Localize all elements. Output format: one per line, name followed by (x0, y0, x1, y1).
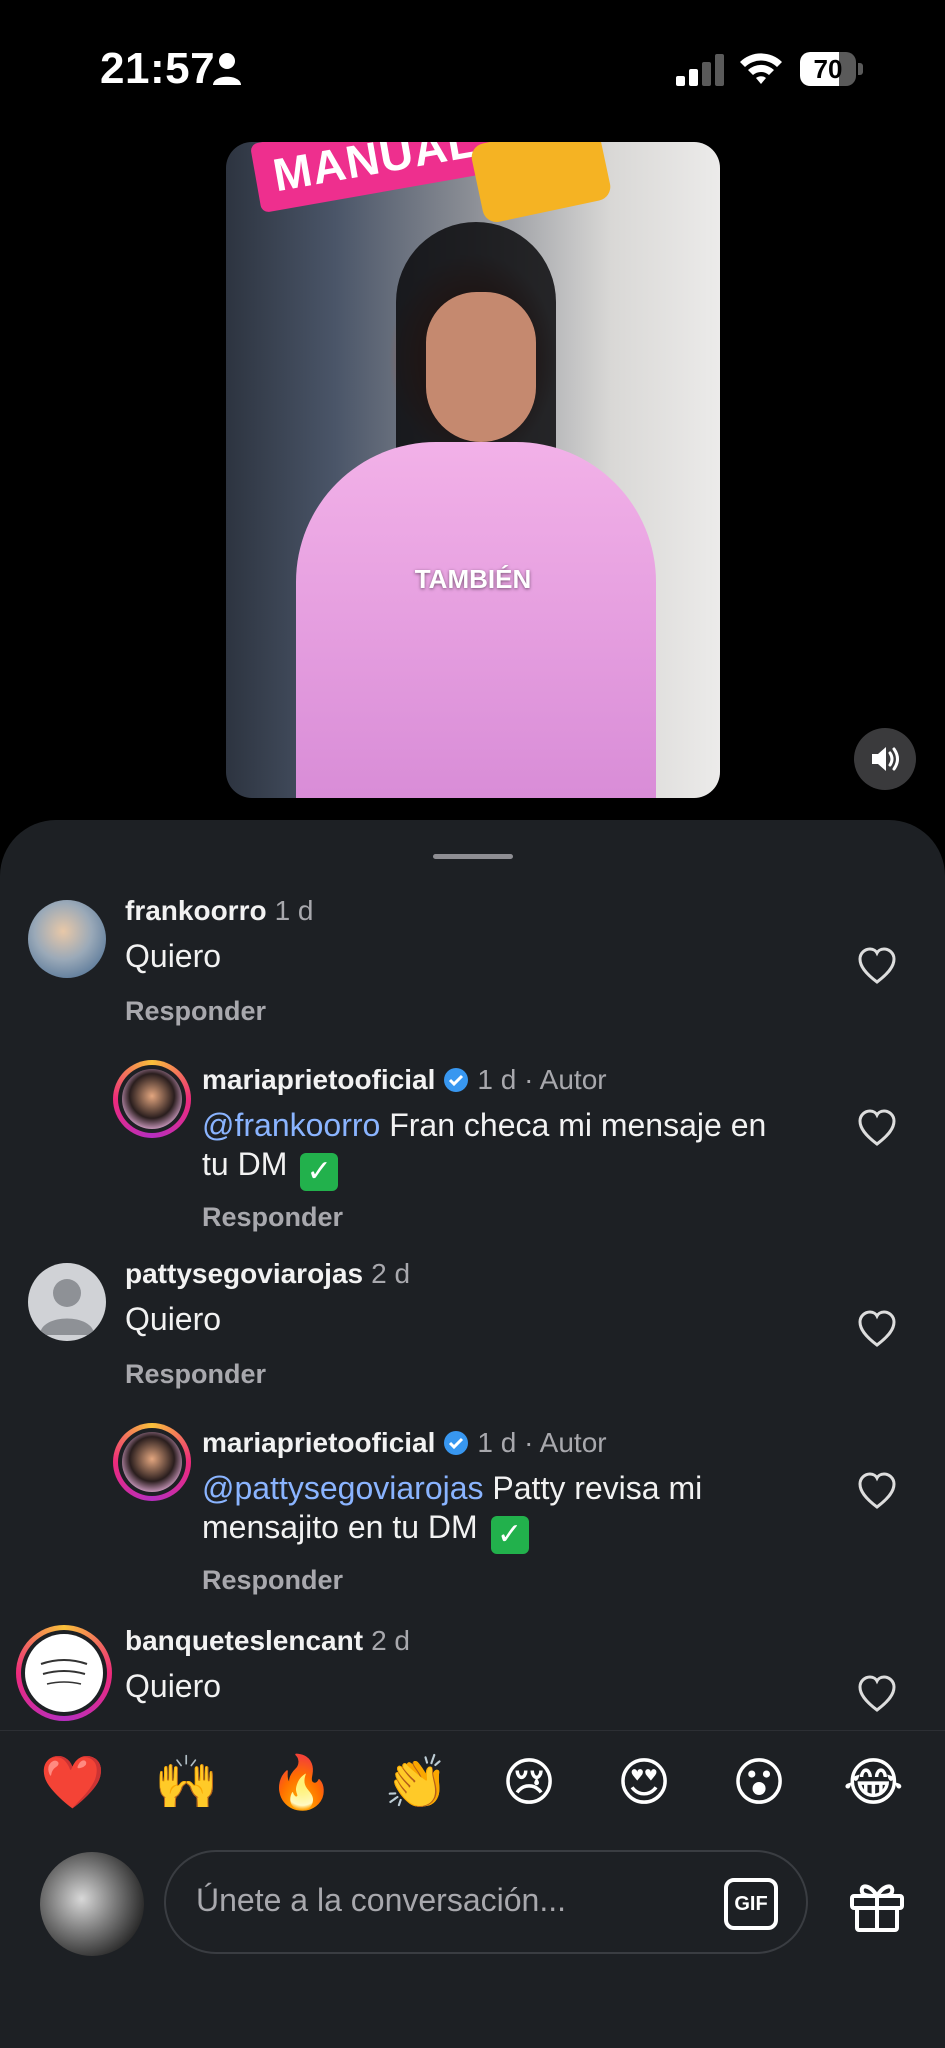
comment-text-line2: mensajito en tu DM (202, 1509, 478, 1545)
video-banner: MANUAL (249, 142, 509, 214)
comment-time: 2 d (371, 1258, 411, 1289)
reply-button[interactable]: Responder (125, 996, 266, 1027)
video-caption: TAMBIÉN (414, 564, 532, 594)
verified-icon (444, 1068, 469, 1092)
emoji-raised-hands[interactable]: 🙌 (154, 1753, 219, 1813)
volume-button[interactable] (854, 728, 916, 790)
emoji-surprised[interactable]: 😮 (729, 1753, 789, 1813)
comment-text: Patty revisa mi (483, 1470, 703, 1506)
status-bar: 21:57 70 (0, 0, 945, 140)
comment-time: 1 d · Autor (477, 1427, 607, 1458)
my-avatar (40, 1852, 144, 1956)
avatar[interactable] (28, 900, 106, 978)
comment-text-line2: tu DM (202, 1146, 288, 1182)
comment-time: 1 d · Autor (477, 1064, 607, 1095)
comment-input[interactable]: Únete a la conversación... GIF (164, 1850, 808, 1954)
sheet-grabber[interactable] (433, 854, 513, 859)
emoji-fire[interactable]: 🔥 (269, 1753, 334, 1813)
comment-time: 1 d (274, 895, 314, 926)
heart-icon[interactable] (857, 1472, 897, 1510)
reply-button[interactable]: Responder (202, 1202, 343, 1233)
heart-icon[interactable] (857, 1310, 897, 1348)
emoji-laughing[interactable]: 😂 (843, 1753, 904, 1813)
verified-icon (444, 1431, 469, 1455)
comment-text: Fran checa mi mensaje en (380, 1107, 767, 1143)
emoji-heart[interactable]: ❤️ (40, 1753, 105, 1813)
avatar[interactable] (28, 1263, 106, 1341)
gif-icon[interactable]: GIF (724, 1878, 778, 1930)
comment-input-placeholder: Únete a la conversación... (196, 1882, 566, 1918)
comment-username[interactable]: mariaprietooficial (202, 1064, 435, 1095)
comment-username[interactable]: banqueteslencant (125, 1625, 363, 1656)
comment-text: Quiero (125, 938, 222, 974)
emoji-crying[interactable]: 😢 (499, 1753, 559, 1813)
volume-icon (872, 747, 899, 771)
emoji-quick-bar: ❤️ 🙌 🔥 👏 😢 😍 😮 😂 (0, 1730, 945, 1851)
comment-mention[interactable]: @frankoorro (202, 1107, 380, 1143)
comment-username[interactable]: mariaprietooficial (202, 1427, 435, 1458)
heart-icon[interactable] (857, 947, 897, 985)
battery-level: 70 (813, 54, 843, 84)
heart-icon[interactable] (857, 1675, 897, 1713)
check-mark-emoji: ✓ (490, 1516, 529, 1554)
reply-button[interactable]: Responder (202, 1565, 343, 1596)
signal-icon (676, 54, 724, 86)
battery-indicator: 70 (800, 52, 863, 86)
person-icon (213, 53, 241, 85)
comment-text: Quiero (125, 1301, 222, 1337)
video-player[interactable]: MANUAL TAMBIÉN (226, 142, 720, 798)
comment-text: Quiero (125, 1668, 222, 1704)
emoji-heart-eyes[interactable]: 😍 (614, 1753, 674, 1813)
comment-time: 2 d (371, 1625, 410, 1656)
wifi-icon (740, 53, 782, 84)
status-time: 21:57 (100, 44, 216, 93)
heart-icon[interactable] (857, 1109, 897, 1147)
emoji-clap[interactable]: 👏 (384, 1753, 449, 1813)
comment-username[interactable]: pattysegoviarojas (125, 1258, 363, 1289)
gift-icon[interactable] (848, 1876, 906, 1934)
check-mark-emoji: ✓ (300, 1153, 339, 1191)
comment-username[interactable]: frankoorro (125, 895, 267, 926)
comment-mention[interactable]: @pattysegoviarojas (202, 1470, 484, 1506)
reply-button[interactable]: Responder (125, 1359, 266, 1390)
